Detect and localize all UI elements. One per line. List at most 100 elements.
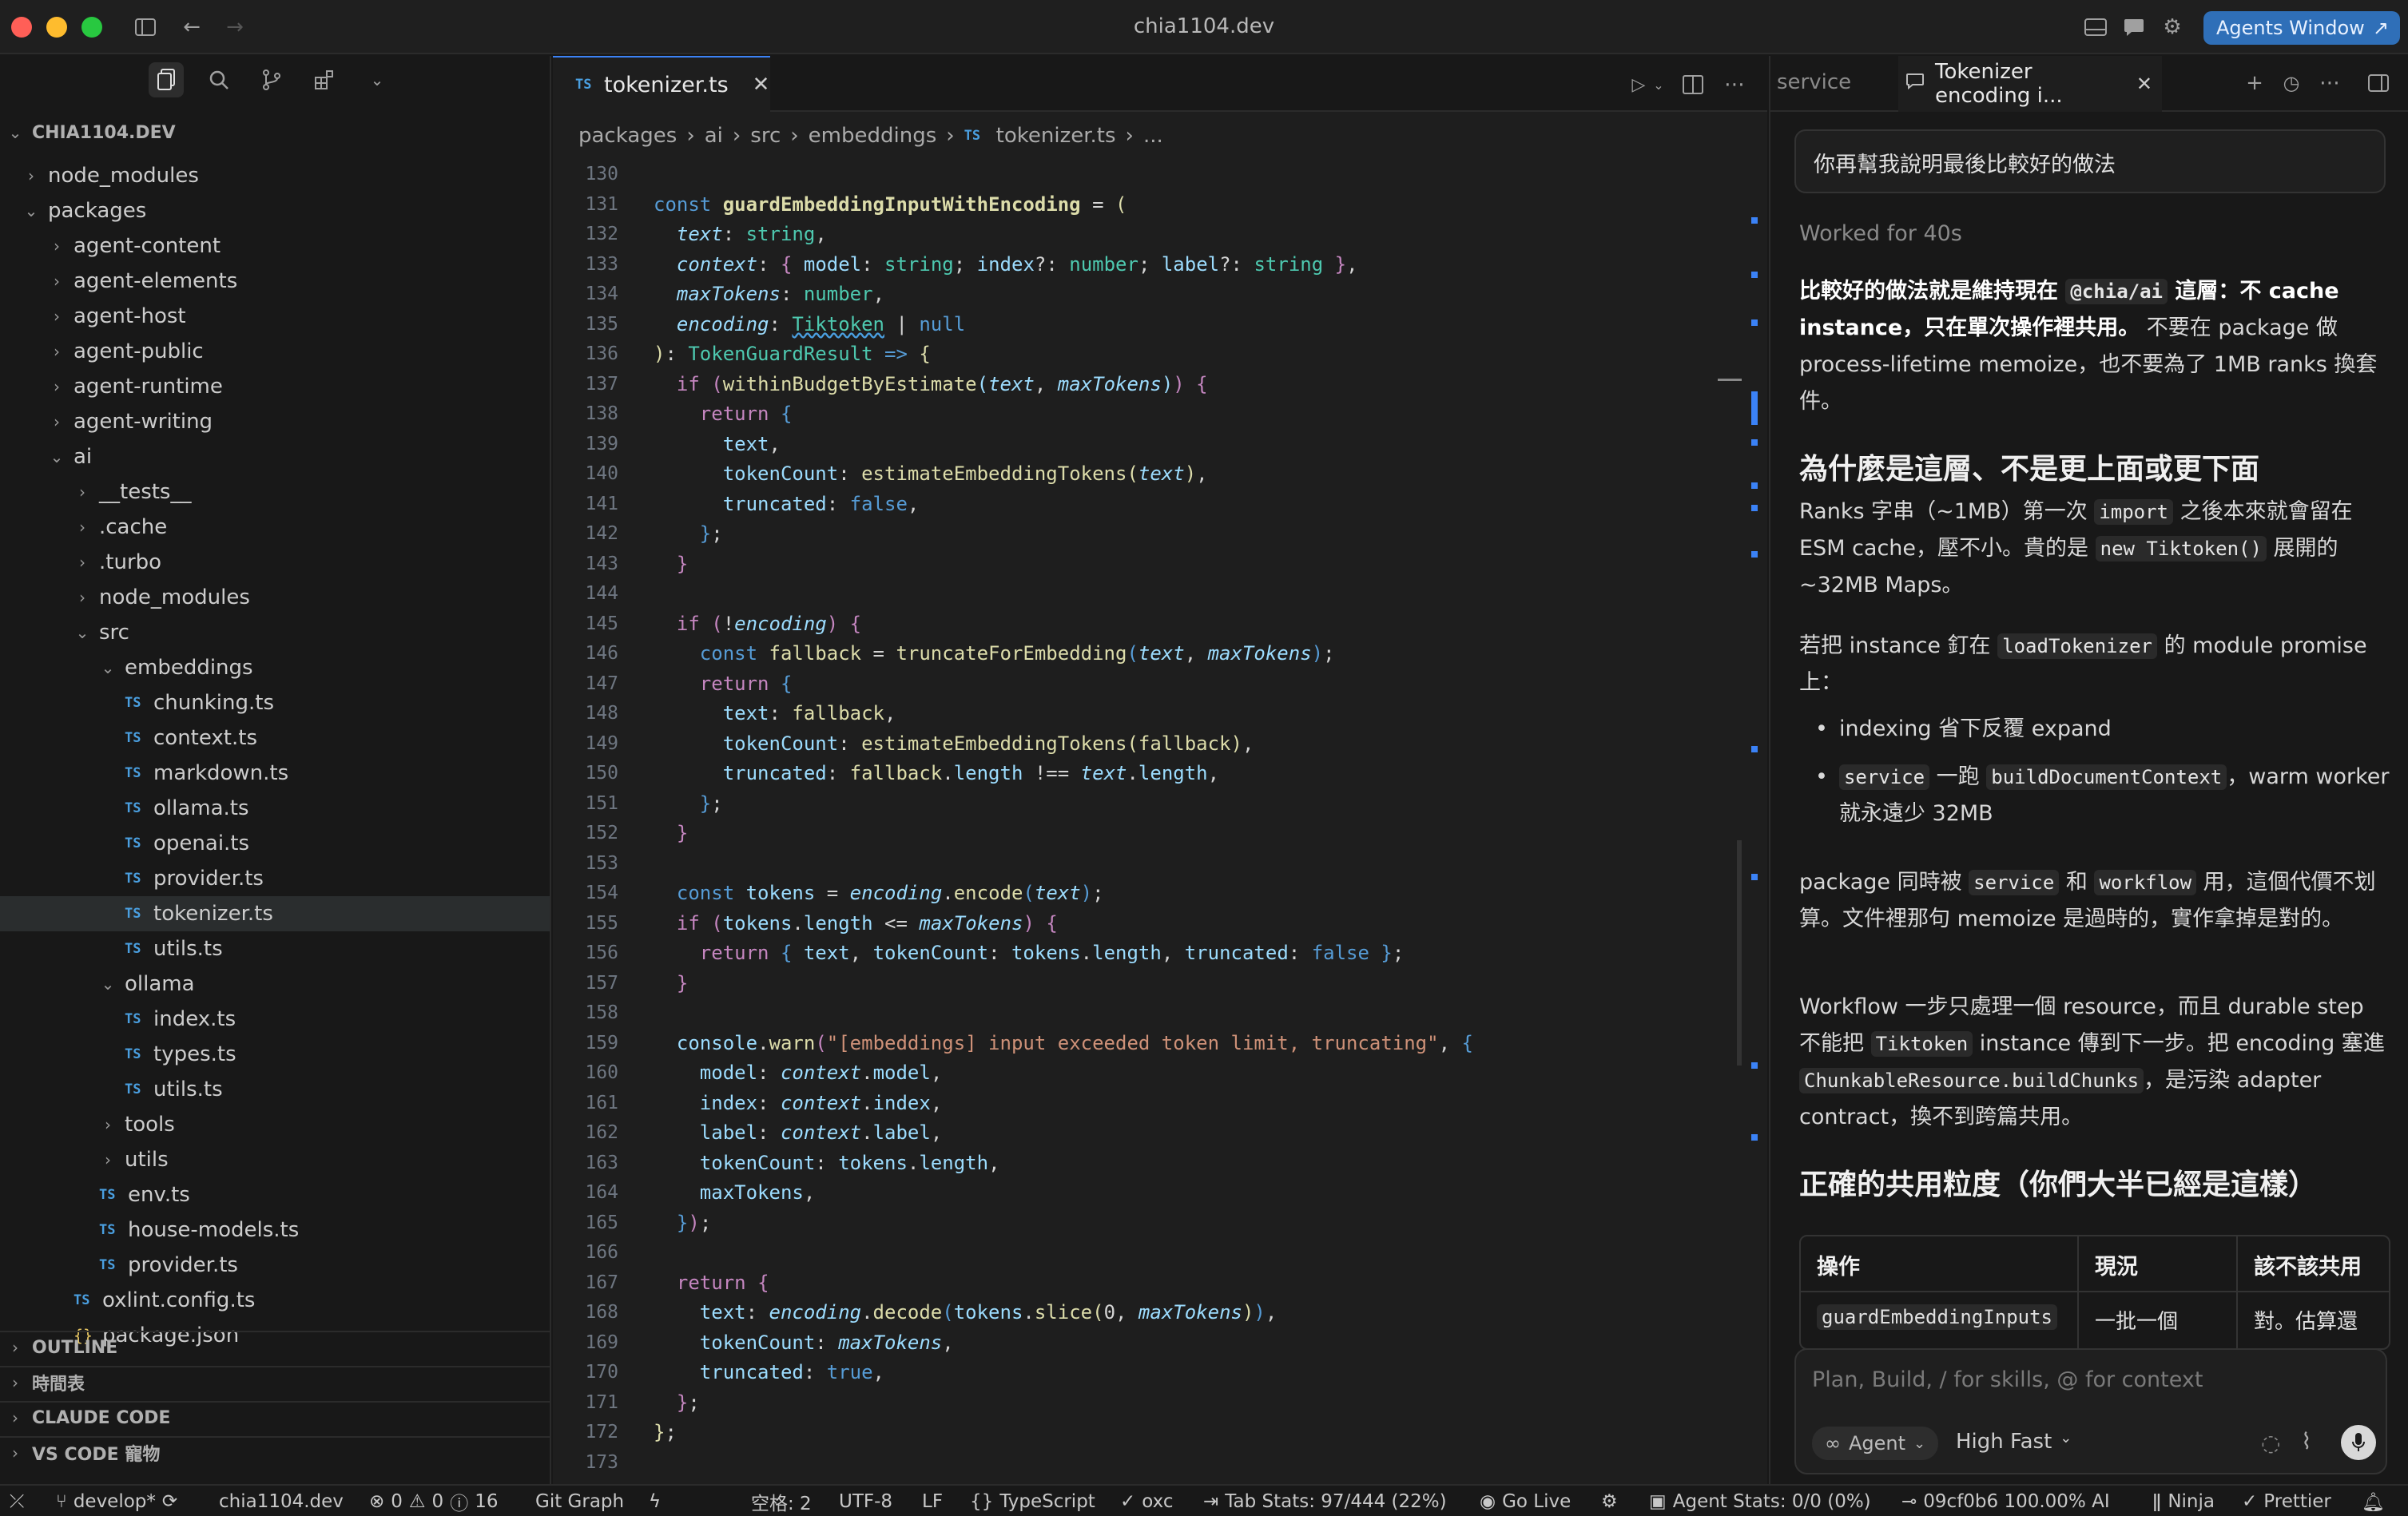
change-marker [1751,482,1758,489]
tree-folder[interactable]: › agent-public [0,334,550,369]
tree-folder[interactable]: › .turbo [0,545,550,580]
tree-file[interactable]: TS env.ts [0,1177,550,1212]
commit-status[interactable]: ⊸ 09cf0b6 100.00% AI [1901,1491,2110,1512]
tree-file[interactable]: TS provider.ts [0,1248,550,1283]
split-editor-icon[interactable] [1679,70,1707,99]
section-timeline[interactable]: › 時間表 [0,1366,550,1398]
layout-panel-icon[interactable] [2082,13,2109,42]
tree-file[interactable]: TS utils.ts [0,931,550,966]
tree-folder[interactable]: ⌄ src [0,615,550,650]
tab-label: tokenizer.ts [604,72,729,97]
scroll-thumb[interactable] [1737,840,1742,1066]
workspace-status[interactable]: chia1104.dev [219,1491,344,1512]
tree-file[interactable]: TS index.ts [0,1002,550,1037]
tree-file[interactable]: TS ollama.ts [0,791,550,826]
notifications-bell-icon[interactable]: 🔔︎ [2362,1491,2385,1513]
extension-icon[interactable]: ⚙ [1601,1491,1618,1512]
indentation-status[interactable]: 空格: 2 [751,1491,812,1514]
tree-folder[interactable]: › agent-elements [0,264,550,299]
go-live-status[interactable]: ◉ Go Live [1480,1491,1571,1512]
more-views-chevron-icon[interactable]: ⌄ [360,62,395,97]
breadcrumb-item[interactable]: ai [705,124,723,148]
breadcrumb-item[interactable]: embeddings [809,124,937,148]
encoding-status[interactable]: UTF-8 [839,1491,892,1512]
tree-folder[interactable]: › __tests__ [0,474,550,510]
paperclip-attach-icon[interactable]: ⌇ [2301,1428,2312,1454]
run-options-chevron-icon[interactable]: ⌄ [1651,70,1667,99]
chat-input[interactable]: Plan, Build, / for skills, @ for context [1812,1367,2203,1392]
microphone-icon[interactable] [2341,1425,2376,1460]
breadcrumb-item[interactable]: ... [1143,124,1163,148]
toggle-panel-icon[interactable] [2365,69,2392,97]
more-actions-icon[interactable]: ⋯ [1721,70,1748,99]
chat-icon[interactable] [2120,13,2148,42]
tree-folder[interactable]: › tools [0,1107,550,1142]
tree-file[interactable]: TS openai.ts [0,826,550,861]
check-icon: ✓ [1120,1491,1136,1512]
agent-mode-selector[interactable]: ∞ Agent ⌄ [1812,1427,1939,1460]
tree-file[interactable]: TS types.ts [0,1037,550,1072]
tree-file[interactable]: TS context.ts [0,720,550,756]
tree-folder[interactable]: › node_modules [0,580,550,615]
line-number: 143 [585,554,618,574]
tree-folder[interactable]: › node_modules [0,158,550,193]
new-chat-plus-icon[interactable]: + [2242,69,2267,97]
language-status[interactable]: {} TypeScript [970,1491,1095,1512]
close-tab-icon[interactable]: ✕ [2136,73,2152,95]
explorer-files-icon[interactable] [149,62,184,97]
more-actions-icon[interactable]: ⋯ [2317,69,2342,97]
agents-window-button[interactable]: Agents Window ↗ [2203,11,2400,45]
tree-item-label: house-models.ts [128,1218,300,1242]
tree-folder[interactable]: › agent-content [0,228,550,264]
source-control-icon[interactable] [254,62,289,97]
editor-scrollbar[interactable] [1718,152,1764,1484]
branch-status[interactable]: ⑂ develop* ⟳ [56,1491,177,1512]
ninja-status[interactable]: ǁ Ninja [2152,1491,2215,1512]
code-text: if (tokens.length <= maxTokens) { [676,912,1058,935]
tree-file[interactable]: TS markdown.ts [0,756,550,791]
breadcrumb-item[interactable]: packages [578,124,677,148]
run-play-icon[interactable]: ▷ [1627,70,1651,99]
tree-folder[interactable]: › agent-writing [0,404,550,439]
extensions-icon[interactable] [307,62,342,97]
tree-folder[interactable]: ⌄ embeddings [0,650,550,685]
search-icon[interactable] [201,62,236,97]
tree-folder[interactable]: › utils [0,1142,550,1177]
tree-file[interactable]: TS tokenizer.ts [0,896,550,931]
tree-folder[interactable]: ⌄ ai [0,439,550,474]
tree-folder[interactable]: ⌄ ollama [0,966,550,1002]
breadcrumb-item[interactable]: tokenizer.ts [996,124,1116,148]
tab-tokenizer-encoding[interactable]: Tokenizer encoding i... ✕ [1898,56,2162,112]
tab-stats-status[interactable]: ⇥ Tab Stats: 97/444 (22%) [1203,1491,1447,1512]
section-vscode-pets[interactable]: › VS CODE 寵物 [0,1436,550,1468]
lightning-icon[interactable]: ϟ [649,1491,661,1512]
prettier-label: Prettier [2263,1491,2331,1512]
eol-status[interactable]: LF [922,1491,943,1512]
model-selector[interactable]: High Fast ⌄ [1956,1430,2072,1454]
tree-folder[interactable]: › agent-runtime [0,369,550,404]
settings-gear-icon[interactable]: ⚙ [2159,13,2186,42]
explorer-root[interactable]: ⌄ CHIA1104.DEV [0,117,550,149]
tab-service[interactable]: service [1777,70,1851,94]
section-claude-code[interactable]: › CLAUDE CODE [0,1401,550,1433]
close-tab-icon[interactable]: ✕ [753,73,770,97]
tree-folder[interactable]: › .cache [0,510,550,545]
breadcrumb-item[interactable]: src [750,124,781,148]
tree-folder[interactable]: ⌄ packages [0,193,550,228]
prettier-status[interactable]: ✓ Prettier [2242,1491,2331,1512]
tree-file[interactable]: TS utils.ts [0,1072,550,1107]
git-graph-status[interactable]: Git Graph [535,1491,624,1512]
tree-folder[interactable]: › agent-host [0,299,550,334]
linter-status[interactable]: ✓ oxc [1120,1491,1174,1512]
tab-tokenizer-ts[interactable]: TS tokenizer.ts ✕ [553,56,770,112]
section-outline[interactable]: › OUTLINE [0,1331,550,1363]
typescript-file-icon: TS [125,906,141,922]
tree-file[interactable]: TS provider.ts [0,861,550,896]
tree-file[interactable]: TS house-models.ts [0,1212,550,1248]
agent-stats-status[interactable]: ▣ Agent Stats: 0/0 (0%) [1649,1491,1871,1512]
tree-file[interactable]: TS oxlint.config.ts [0,1283,550,1318]
history-clock-icon[interactable]: ◷ [2279,69,2304,97]
tree-file[interactable]: TS chunking.ts [0,685,550,720]
problems-status[interactable]: ⊗ 0 ⚠ 0 ⓘ 16 [369,1491,498,1514]
remote-icon[interactable]: ⤫ [10,1491,24,1512]
